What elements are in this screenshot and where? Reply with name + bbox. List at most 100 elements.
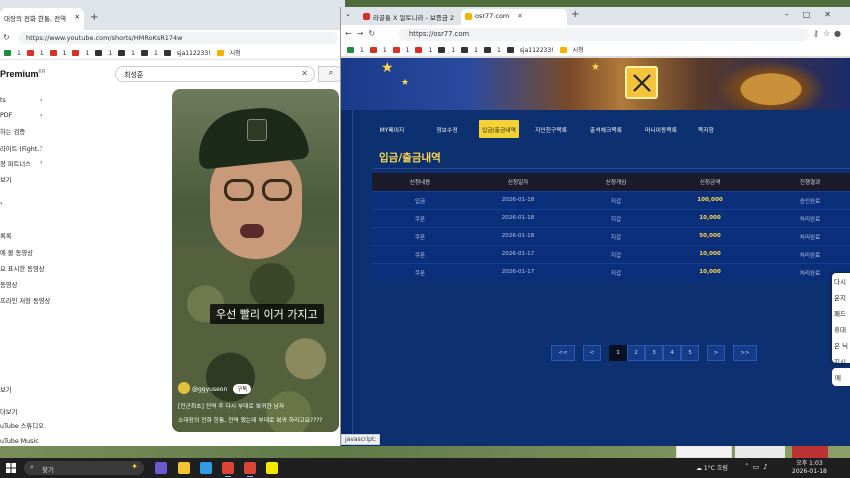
bookmark-item[interactable]: 1 — [369, 47, 387, 54]
bookmark-item[interactable]: sja112233! — [506, 47, 554, 54]
profile-icon[interactable]: ● — [834, 29, 845, 38]
page-button[interactable]: 1 — [609, 345, 627, 361]
bookmark-item[interactable]: 1 — [483, 47, 501, 54]
forward-icon[interactable]: → — [357, 29, 369, 38]
chevron-up-icon[interactable]: ˄ — [745, 463, 753, 471]
page-button[interactable]: < — [583, 345, 601, 361]
bookmark-item[interactable]: 1 — [4, 50, 21, 57]
sticky-notes-app-icon[interactable] — [178, 462, 190, 474]
tab-search-icon[interactable]: ⌄ — [345, 10, 351, 18]
sidebar-item[interactable]: 프라인 저장 동영상 — [0, 296, 50, 305]
menu-item[interactable]: 출석체크목록 — [583, 120, 629, 138]
sidebar-item[interactable]: PDF — [0, 112, 12, 119]
clock[interactable]: 오후 1:03 2026-01-18 — [792, 460, 827, 476]
back-icon[interactable]: ← — [345, 29, 357, 38]
minimize-icon[interactable]: – — [785, 10, 803, 19]
tab-active[interactable]: osr77.com ✕ — [461, 9, 567, 25]
sidebar-item[interactable]: uTube 스튜디오 — [0, 421, 44, 430]
bookmark-item[interactable]: 1 — [140, 50, 158, 57]
sidebar-item[interactable]: ts — [0, 97, 6, 104]
sidebar-item[interactable]: 더보기 — [0, 407, 17, 416]
bookmark-item[interactable]: 1 — [392, 47, 409, 54]
files-app-icon[interactable] — [155, 462, 167, 474]
page-button[interactable]: 2 — [627, 345, 645, 361]
table-cell: 10,000 — [699, 269, 721, 275]
menu-item[interactable]: 정보수정 — [425, 120, 469, 138]
chrome-app-2-icon[interactable] — [244, 462, 256, 477]
page-button[interactable]: << — [551, 345, 575, 361]
bookmark-item[interactable]: 1 — [347, 47, 364, 54]
close-window-icon[interactable]: ✕ — [824, 10, 845, 19]
bookmark-favicon-icon — [216, 50, 224, 56]
sidebar-item[interactable]: 보기 — [0, 175, 12, 184]
bookmark-favicon-icon — [461, 47, 469, 53]
bookmark-item[interactable]: 1 — [49, 50, 66, 57]
tab-youtube[interactable]: 대장의 전화 한통, 전역 ✕ — [0, 8, 84, 30]
nav-buttons: ←→↻ — [345, 29, 380, 38]
page-button[interactable]: 3 — [645, 345, 663, 361]
bookmark-item[interactable]: 1 — [26, 50, 44, 57]
sidebar-item[interactable]: 록록 — [0, 231, 12, 240]
bookmark-item[interactable]: 1 — [438, 47, 455, 54]
close-popup-button[interactable] — [625, 66, 658, 99]
page-button[interactable]: > — [707, 345, 725, 361]
taskbar-search[interactable]: ⌕ 찾기 ✦ — [24, 461, 144, 475]
close-tab-icon[interactable]: ✕ — [517, 12, 522, 20]
sidebar-item[interactable]: 보기 — [0, 385, 12, 394]
side-notice-popup-2[interactable]: 메 — [832, 368, 850, 386]
new-tab-button[interactable]: + — [571, 9, 579, 20]
bookmark-item[interactable]: sja112233! — [163, 50, 211, 57]
menu-item[interactable]: MY페이지 — [373, 120, 411, 138]
windows-start-button[interactable] — [6, 463, 16, 475]
chrome-app-icon[interactable] — [222, 462, 234, 477]
bookmark-item[interactable]: 시청 — [559, 45, 584, 54]
youtube-logo[interactable]: PremiumKR — [0, 69, 45, 79]
edge-app-icon[interactable] — [200, 462, 212, 474]
search-input[interactable]: 최성훈 ✕ — [115, 66, 315, 82]
bookmark-item[interactable]: 1 — [461, 47, 478, 54]
close-tab-icon[interactable]: ✕ — [75, 13, 80, 21]
reload-icon[interactable]: ↻ — [368, 29, 380, 38]
weather-widget[interactable]: ☁ 1°C 흐림 — [696, 463, 728, 472]
url-field[interactable]: https://osr77.com — [399, 28, 809, 41]
sidebar-item[interactable]: 정 파트너스 — [0, 159, 31, 168]
bookmark-label: 1 — [428, 47, 433, 54]
clear-search-icon[interactable]: ✕ — [301, 69, 308, 78]
url-field[interactable]: https://www.youtube.com/shorts/HMRoKsR17… — [18, 32, 338, 44]
menu-item[interactable]: 머니이동목록 — [639, 120, 683, 138]
network-icon[interactable]: ▭ — [753, 463, 764, 471]
sidebar-item[interactable]: › — [0, 200, 3, 207]
menu-item[interactable]: 쪽지함 — [691, 120, 721, 138]
sidebar-item[interactable]: 요 표시한 동영상 — [0, 264, 45, 273]
kakaotalk-app-icon[interactable] — [266, 462, 278, 474]
subscribe-button[interactable]: 구독 — [233, 384, 252, 394]
shorts-video-player[interactable]: 우선 빨리 이거 가지고 @ggyuseon 구독 [전군최초] 전역 후 다시… — [172, 89, 339, 432]
sidebar-item[interactable]: 에 볼 동영상 — [0, 248, 33, 257]
maximize-icon[interactable]: □ — [803, 10, 825, 19]
page-button[interactable]: >> — [733, 345, 757, 361]
channel-avatar[interactable] — [178, 382, 190, 394]
key-icon[interactable]: ⚷ — [813, 29, 823, 38]
bookmark-item[interactable]: 시청 — [216, 48, 241, 57]
page-button[interactable]: 5 — [681, 345, 699, 361]
bookmark-item[interactable]: 1 — [118, 50, 135, 57]
bookmark-item[interactable]: 1 — [95, 50, 112, 57]
volume-icon[interactable]: ♪ — [763, 463, 771, 471]
menu-item[interactable]: 지인친구목록 — [529, 120, 573, 138]
bookmark-item[interactable]: 1 — [415, 47, 432, 54]
sidebar-item[interactable]: 동영상 — [0, 280, 17, 289]
bookmark-item[interactable]: 1 — [72, 50, 89, 57]
sidebar-item[interactable]: uTube Music — [0, 438, 39, 445]
star-decoration-icon: ★ — [401, 78, 410, 88]
tab-inactive[interactable]: 라골통 X 얼토니라 - 보증금 2 — [359, 9, 475, 25]
side-notice-popup[interactable]: 다시운지패드휴대은 닉지시감사 — [832, 273, 850, 382]
bookmark-star-icon[interactable]: ☆ — [823, 29, 834, 38]
sidebar-item[interactable]: 하는 검증 — [0, 127, 25, 136]
menu-item[interactable]: 입금/출금내역 — [479, 120, 519, 138]
channel-name[interactable]: @ggyuseon — [192, 386, 227, 393]
reload-icon[interactable]: ↻ — [3, 33, 10, 42]
table-cell: 처리완료 — [799, 253, 821, 259]
new-tab-button[interactable]: + — [90, 12, 98, 23]
sidebar-item[interactable]: 라이트 (Fight.. — [0, 144, 41, 153]
page-button[interactable]: 4 — [663, 345, 681, 361]
